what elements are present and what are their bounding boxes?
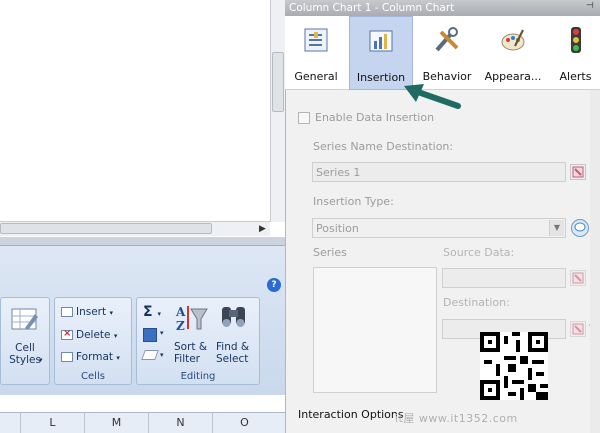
vertical-scrollbar-thumb[interactable] bbox=[272, 52, 284, 112]
panel-scrollbar[interactable] bbox=[590, 90, 600, 433]
cells-group-label: Cells bbox=[81, 371, 105, 382]
tab-general-label: General bbox=[294, 70, 338, 83]
svg-text:Z: Z bbox=[176, 319, 185, 333]
svg-text:A: A bbox=[175, 305, 186, 319]
sort-filter-button[interactable]: Sort & Filter bbox=[174, 341, 207, 365]
editing-group: Σ ▾ ▾ ▾ A Z Sort & Filter Find & Select … bbox=[136, 297, 260, 385]
format-button[interactable]: Format ▾ bbox=[61, 351, 120, 363]
cell-selector-icon[interactable] bbox=[570, 321, 586, 337]
help-bubble-icon[interactable] bbox=[571, 219, 589, 237]
watermark: it屋 www.it1352.com bbox=[395, 412, 518, 425]
chevron-down-icon: ▾ bbox=[160, 351, 164, 359]
chevron-down-icon: ▾ bbox=[160, 329, 164, 337]
editing-group-label: Editing bbox=[180, 371, 216, 382]
series-label: Series bbox=[313, 246, 347, 259]
insert-label: Insert bbox=[76, 306, 107, 318]
chevron-down-icon: ▾ bbox=[39, 356, 43, 364]
clear-icon[interactable] bbox=[141, 350, 159, 360]
sigma-icon: Σ bbox=[143, 304, 153, 320]
interaction-options-label[interactable]: Interaction Options bbox=[298, 408, 404, 421]
tab-alerts[interactable]: Alerts bbox=[553, 16, 598, 90]
divider bbox=[0, 237, 285, 245]
enable-data-insertion-checkbox[interactable] bbox=[298, 112, 310, 124]
tab-appearance[interactable]: Appeara... bbox=[481, 16, 545, 90]
source-data-label: Source Data: bbox=[443, 246, 515, 259]
chevron-down-icon[interactable]: ▼ bbox=[549, 220, 564, 236]
cell-selector-icon[interactable] bbox=[570, 270, 586, 286]
pointer-arrow-icon bbox=[404, 84, 461, 109]
source-data-field[interactable] bbox=[442, 268, 566, 288]
cell-selector-icon[interactable] bbox=[570, 164, 586, 180]
pin-icon[interactable]: ⊣ bbox=[586, 1, 594, 11]
panel-title: Column Chart 1 - Column Chart bbox=[285, 0, 600, 16]
insert-button[interactable]: Insert ▾ bbox=[61, 306, 113, 318]
column-header-blank bbox=[0, 412, 20, 433]
delete-label: Delete bbox=[76, 329, 111, 341]
tab-appearance-label: Appeara... bbox=[484, 70, 542, 83]
enable-data-insertion-label: Enable Data Insertion bbox=[315, 111, 435, 124]
cell-styles-icon bbox=[11, 308, 38, 330]
behavior-icon bbox=[435, 27, 459, 52]
scroll-right-arrow-icon[interactable]: ▶ bbox=[255, 222, 270, 236]
general-icon bbox=[304, 28, 328, 52]
series-list[interactable] bbox=[313, 267, 437, 393]
styles-group: Cell Styles ▾ bbox=[0, 297, 50, 385]
qr-code-icon bbox=[480, 332, 548, 400]
delete-button[interactable]: × Delete ▾ bbox=[61, 328, 117, 341]
column-header-m[interactable]: M bbox=[84, 412, 148, 433]
cells-group: Insert ▾ × Delete ▾ Format ▾ Cells bbox=[54, 297, 132, 385]
insertion-type-label: Insertion Type: bbox=[313, 195, 394, 208]
binoculars-icon bbox=[222, 307, 245, 327]
help-icon[interactable]: ? bbox=[267, 278, 281, 292]
insertion-type-select[interactable]: Position bbox=[312, 218, 566, 238]
tab-alerts-label: Alerts bbox=[559, 70, 592, 83]
tab-behavior[interactable]: Behavior bbox=[419, 16, 475, 90]
delete-icon: × bbox=[61, 328, 73, 340]
format-label: Format bbox=[76, 351, 114, 363]
horizontal-scrollbar-thumb[interactable] bbox=[0, 223, 212, 234]
series-name-destination-label: Series Name Destination: bbox=[313, 140, 454, 153]
format-icon bbox=[61, 352, 73, 362]
alerts-icon bbox=[570, 27, 581, 53]
insert-icon bbox=[61, 307, 73, 317]
tab-insertion[interactable]: Insertion bbox=[349, 16, 413, 90]
appearance-icon bbox=[501, 29, 525, 51]
column-header-n[interactable]: N bbox=[148, 412, 212, 433]
find-select-button[interactable]: Find & Select bbox=[216, 341, 249, 365]
destination-label: Destination: bbox=[443, 296, 510, 309]
series-name-destination-field[interactable]: Series 1 bbox=[312, 162, 566, 182]
worksheet-canvas[interactable] bbox=[0, 0, 270, 220]
column-header-o[interactable]: O bbox=[212, 412, 276, 433]
tab-general[interactable]: General bbox=[287, 16, 345, 90]
column-header-l[interactable]: L bbox=[20, 412, 84, 433]
sort-filter-icon: A Z bbox=[175, 305, 208, 333]
insertion-icon bbox=[369, 30, 393, 52]
fill-icon[interactable] bbox=[143, 328, 157, 342]
autosum-button[interactable]: Σ ▾ bbox=[143, 304, 161, 320]
